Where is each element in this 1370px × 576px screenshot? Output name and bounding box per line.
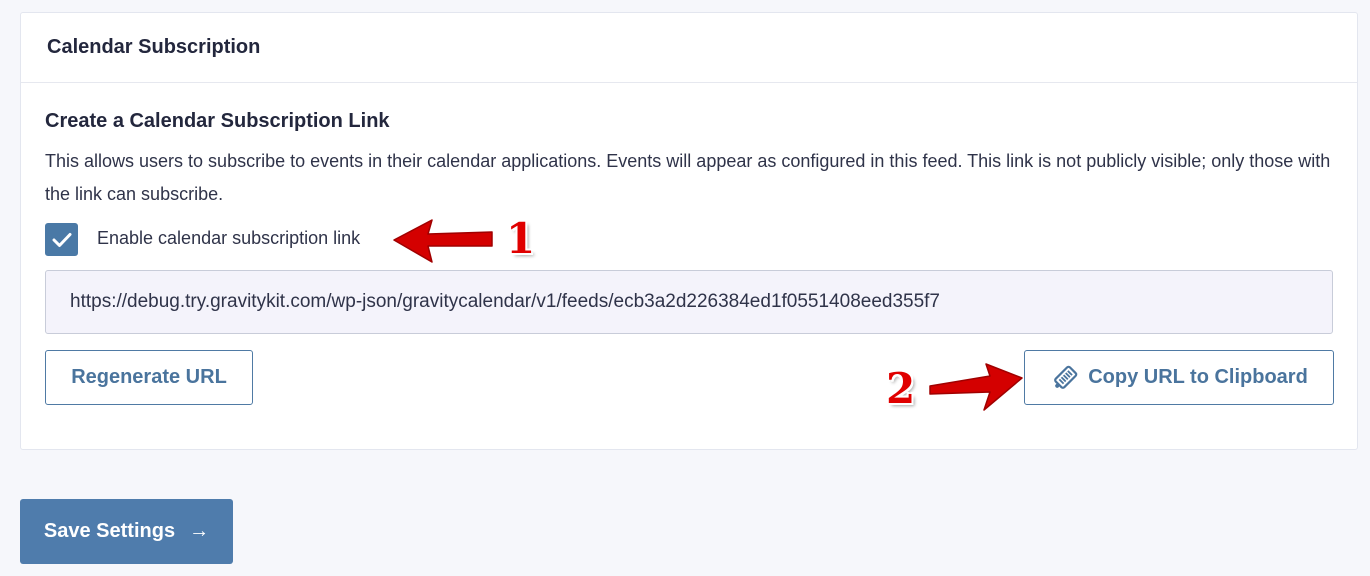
save-settings-label: Save Settings bbox=[43, 520, 176, 542]
copy-url-label: Copy URL to Clipboard bbox=[1088, 366, 1308, 388]
annotation-arrow-1 bbox=[393, 219, 493, 263]
section-description: This allows users to subscribe to events… bbox=[45, 151, 1331, 204]
save-settings-button[interactable]: Save Settings → bbox=[20, 499, 233, 564]
card-title: Calendar Subscription bbox=[47, 36, 261, 58]
enable-subscription-checkbox[interactable] bbox=[45, 223, 78, 256]
annotation-number-2: 2 bbox=[886, 364, 916, 413]
calendar-subscription-card: Calendar Subscription Create a Calendar … bbox=[20, 12, 1358, 450]
section-title: Create a Calendar Subscription Link bbox=[45, 110, 390, 132]
clipboard-tag-icon bbox=[1050, 363, 1080, 393]
card-header: Calendar Subscription bbox=[21, 13, 1357, 83]
regenerate-url-button[interactable]: Regenerate URL bbox=[45, 350, 253, 405]
annotation-arrow-2 bbox=[929, 363, 1023, 411]
copy-url-button[interactable]: Copy URL to Clipboard bbox=[1024, 350, 1334, 405]
annotation-number-1: 1 bbox=[506, 214, 536, 263]
regenerate-url-label: Regenerate URL bbox=[71, 366, 227, 388]
subscription-url-field[interactable] bbox=[45, 270, 1333, 334]
arrow-right-icon: → bbox=[189, 520, 210, 542]
enable-subscription-label[interactable]: Enable calendar subscription link bbox=[97, 228, 360, 249]
checkmark-icon bbox=[52, 232, 71, 247]
